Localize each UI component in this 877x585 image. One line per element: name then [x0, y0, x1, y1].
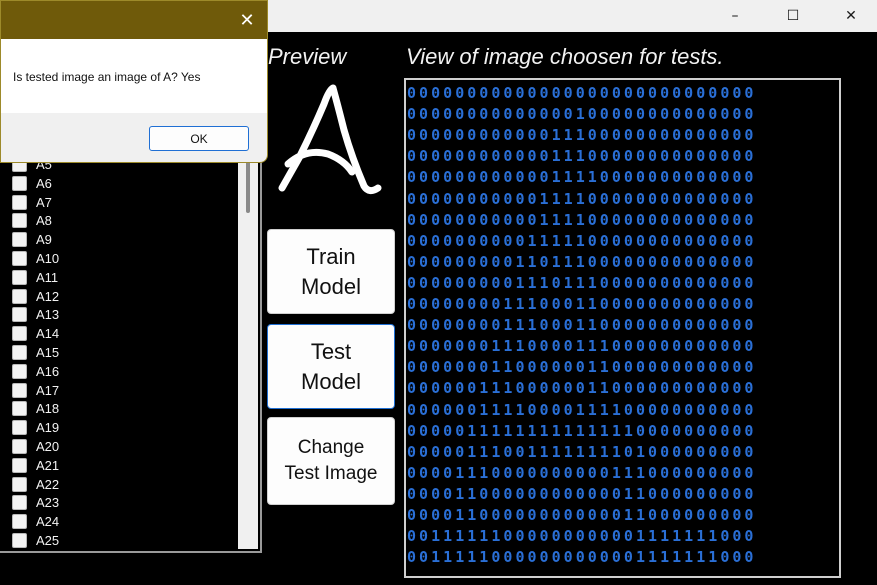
list-item[interactable]: A22 [12, 475, 59, 494]
list-item-checkbox[interactable] [12, 175, 27, 191]
list-item-label: A22 [36, 476, 60, 492]
matrix-row: 00000000000000100000000000000 [407, 105, 757, 124]
list-item[interactable]: A12 [12, 287, 59, 306]
list-item-checkbox[interactable] [12, 326, 27, 342]
list-item-label: A7 [36, 194, 52, 210]
list-item[interactable]: A16 [12, 362, 59, 381]
list-item-label: A23 [36, 495, 60, 511]
list-item[interactable]: A8 [12, 211, 52, 230]
matrix-row: 00000000011101110000000000000 [407, 273, 757, 292]
list-item[interactable]: A9 [12, 230, 52, 249]
list-item-checkbox[interactable] [12, 420, 27, 436]
train-model-button[interactable]: Train Model [267, 229, 395, 314]
matrix-row: 00000000000111100000000000000 [407, 189, 757, 208]
dialog-message: Is tested image an image of A? Yes [13, 70, 201, 84]
list-item[interactable]: A11 [12, 268, 58, 287]
matrix-row: 00000111111111111110000000000 [407, 421, 757, 440]
message-dialog: ✕ Is tested image an image of A? Yes OK [0, 0, 268, 163]
matrix-row: 00000001110000111000000000000 [407, 337, 757, 356]
matrix-row: 00001100000000000011000000000 [407, 484, 757, 503]
list-item-label: A9 [36, 232, 52, 248]
list-item[interactable]: A14 [12, 324, 59, 343]
list-item-label: A10 [36, 251, 60, 266]
dialog-close-button[interactable]: ✕ [227, 1, 267, 39]
matrix-row: 00000011100000011000000000000 [407, 379, 757, 398]
list-item-checkbox[interactable] [12, 232, 27, 248]
list-item-checkbox[interactable] [12, 382, 27, 398]
close-button[interactable]: ✕ [822, 0, 877, 32]
list-item-checkbox[interactable] [12, 269, 27, 285]
list-item-label: A15 [36, 345, 60, 360]
list-item-checkbox[interactable] [12, 307, 27, 323]
list-item-checkbox[interactable] [12, 251, 27, 266]
list-item[interactable]: A7 [12, 193, 52, 212]
list-item-label: A6 [36, 175, 52, 191]
list-item-checkbox[interactable] [12, 288, 27, 304]
list-item[interactable]: A23 [12, 493, 59, 512]
list-item-label: A12 [36, 288, 60, 304]
list-item-checkbox[interactable] [12, 457, 27, 473]
list-item[interactable]: A6 [12, 174, 52, 193]
list-item[interactable]: A19 [12, 418, 59, 437]
list-item-label: A14 [36, 326, 60, 342]
matrix-row: 00000000000000000000000000000 [407, 84, 757, 102]
matrix-row: 00000011110000111100000000000 [407, 400, 757, 419]
matrix-row: 00000000000011110000000000000 [407, 168, 757, 187]
list-item-checkbox[interactable] [12, 439, 27, 454]
matrix-row: 00000000000011100000000000000 [407, 147, 757, 166]
matrix-row: 00001110000000000111000000000 [407, 463, 757, 482]
matrix-row: 00000111001111111101000000000 [407, 442, 757, 461]
matrix-row: 00001100000000000011000000000 [407, 506, 757, 524]
preview-heading: Preview [268, 44, 347, 69]
list-item-label: A19 [36, 420, 60, 436]
list-item-label: A8 [36, 213, 52, 229]
matrix-row: 00111111000000000001111111000 [407, 527, 757, 546]
list-item-label: A21 [36, 457, 60, 473]
list-item-checkbox[interactable] [12, 476, 27, 492]
list-item-label: A25 [36, 533, 60, 548]
list-item-checkbox[interactable] [12, 363, 27, 379]
list-item[interactable]: A25 [12, 531, 59, 550]
handwritten-a-icon [266, 76, 392, 202]
dialog-ok-button[interactable]: OK [149, 126, 249, 151]
matrix-row: 00000000111000110000000000000 [407, 295, 757, 313]
maximize-button[interactable]: ☐ [764, 0, 822, 32]
list-item[interactable]: A17 [12, 381, 59, 400]
list-item-label: A11 [36, 269, 59, 285]
list-item-checkbox[interactable] [12, 194, 27, 210]
list-item-label: A20 [36, 439, 60, 454]
matrix-row: 00111110000000000001111111000 [407, 548, 757, 567]
change-test-image-button[interactable]: Change Test Image [267, 417, 395, 505]
list-item[interactable]: A15 [12, 343, 59, 362]
list-item-checkbox[interactable] [12, 533, 27, 548]
scrollbar-thumb[interactable] [246, 155, 250, 213]
minimize-button[interactable]: – [706, 0, 764, 32]
list-item-label: A24 [36, 514, 60, 530]
list-item-checkbox[interactable] [12, 495, 27, 511]
list-item-label: A17 [36, 382, 60, 398]
list-item-checkbox[interactable] [12, 401, 27, 417]
list-item[interactable]: A24 [12, 512, 59, 531]
matrix-row: 00000000000011100000000000000 [407, 126, 757, 145]
matrix-row: 00000001100000011000000000000 [407, 358, 757, 377]
matrix-row: 00000000000111100000000000000 [407, 210, 757, 229]
list-item[interactable]: A21 [12, 456, 59, 475]
matrix-row: 00000000011011100000000000000 [407, 252, 757, 271]
test-model-button[interactable]: Test Model [267, 324, 395, 409]
list-item-label: A13 [36, 307, 60, 323]
list-item[interactable]: A20 [12, 437, 59, 456]
matrix-row: 00000000111000110000000000000 [407, 316, 757, 335]
list-item-checkbox[interactable] [12, 514, 27, 530]
list-item-checkbox[interactable] [12, 345, 27, 360]
list-item[interactable]: A18 [12, 399, 59, 418]
list-item[interactable]: A13 [12, 305, 59, 324]
list-item[interactable]: A10 [12, 249, 59, 268]
list-item-label: A16 [36, 363, 60, 379]
matrix-row: 00000000001111100000000000000 [407, 231, 757, 250]
list-item-label: A18 [36, 401, 60, 417]
view-heading: View of image choosen for tests. [406, 44, 724, 69]
list-item-checkbox[interactable] [12, 213, 27, 229]
